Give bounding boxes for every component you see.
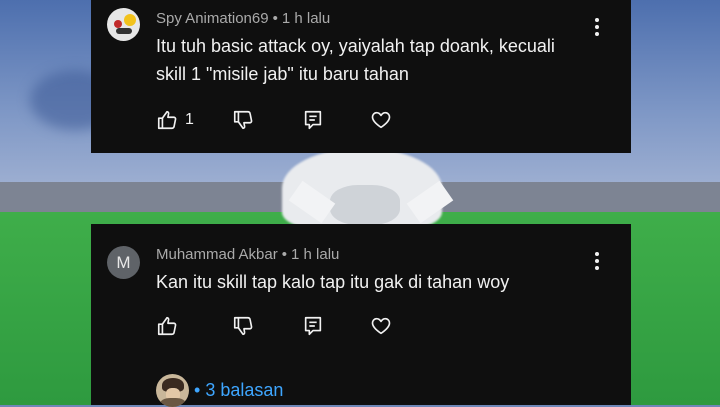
separator-dot: • xyxy=(272,10,278,27)
reply-avatar xyxy=(156,373,189,407)
heart-button[interactable] xyxy=(370,314,392,338)
avatar[interactable]: M xyxy=(107,246,140,279)
reply-icon xyxy=(304,110,322,130)
heart-icon xyxy=(371,317,391,335)
replies-count-label: 3 balasan xyxy=(205,379,284,400)
like-button[interactable] xyxy=(156,314,178,338)
separator-dot: • xyxy=(194,379,201,400)
thumbs-up-icon xyxy=(157,110,177,130)
replies-link[interactable]: • 3 balasan xyxy=(194,380,283,401)
view-replies-button[interactable]: • 3 balasan xyxy=(156,373,283,407)
separator-dot: • xyxy=(281,246,287,263)
comment-text: Kan itu skill tap kalo tap itu gak di ta… xyxy=(156,268,606,296)
comment-text-line: skill 1 "misile jab" itu baru tahan xyxy=(156,64,409,84)
author-name[interactable]: Muhammad Akbar xyxy=(156,246,278,263)
thumbs-up-icon xyxy=(157,316,177,336)
heart-button[interactable] xyxy=(370,108,392,132)
thumbs-down-icon xyxy=(233,316,253,336)
author-name[interactable]: Spy Animation69 xyxy=(156,10,269,27)
thumbs-down-icon xyxy=(233,110,253,130)
comment-text: Itu tuh basic attack oy, yaiyalah tap do… xyxy=(156,32,606,88)
avatar[interactable] xyxy=(107,8,140,41)
comment-time: 1 h lalu xyxy=(281,10,331,27)
like-button[interactable]: 1 xyxy=(156,108,194,132)
background-character-head xyxy=(330,185,400,225)
comment-card: M Muhammad Akbar • 1 h lalu Kan itu skill … xyxy=(91,224,631,407)
comment-card: Spy Animation69 • 1 h lalu Itu tuh basic a… xyxy=(91,0,631,153)
like-count: 1 xyxy=(185,111,194,128)
dislike-button[interactable] xyxy=(232,314,254,338)
comment-meta: Spy Animation69 • 1 h lalu xyxy=(156,10,330,27)
comment-time: 1 h lalu xyxy=(291,246,340,263)
reply-icon xyxy=(304,316,322,336)
comment-text-line: Itu tuh basic attack oy, yaiyalah tap do… xyxy=(156,36,555,56)
comment-meta: Muhammad Akbar • 1 h lalu xyxy=(156,246,339,263)
heart-icon xyxy=(371,111,391,129)
reply-button[interactable] xyxy=(302,108,324,132)
comment-text-line: Kan itu skill tap kalo tap itu gak di ta… xyxy=(156,272,510,292)
dislike-button[interactable] xyxy=(232,108,254,132)
reply-button[interactable] xyxy=(302,314,324,338)
